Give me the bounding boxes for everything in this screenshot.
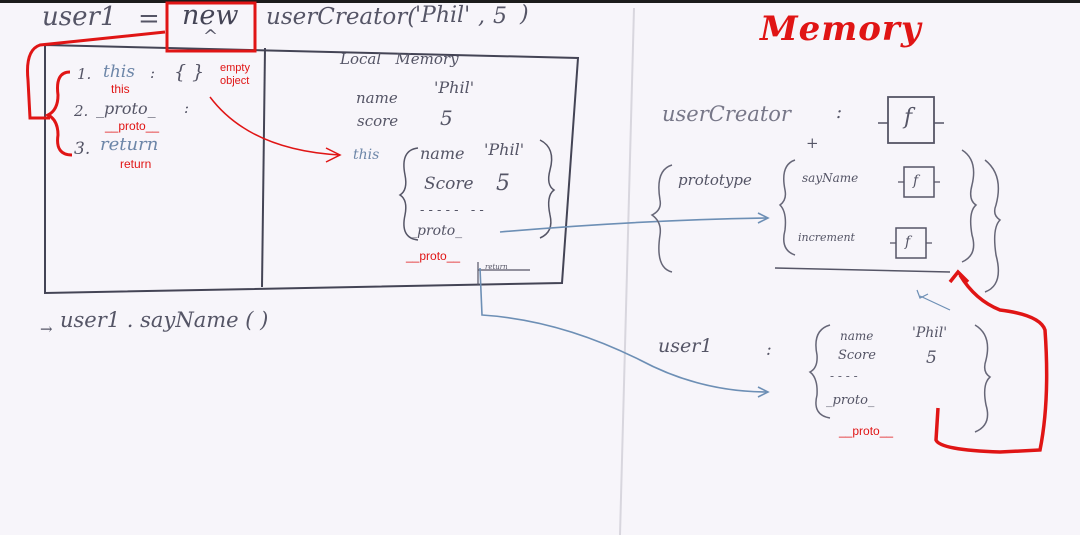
user1-name-value: 'Phil' — [912, 325, 948, 341]
user1-proto-key: _proto_ — [826, 393, 875, 408]
step1-colon: : — [150, 64, 156, 82]
local-this-key: this — [353, 147, 380, 163]
local-obj-name-key: name — [420, 144, 465, 163]
proto-to-prototype-arrow — [499, 217, 769, 233]
memory-plus: + — [806, 134, 819, 152]
top-arg-5: 5 — [493, 4, 507, 29]
new-caret: ^ — [203, 26, 219, 47]
call-arrow-icon: → — [40, 320, 53, 338]
prototype-inner-brace-left — [778, 159, 796, 256]
prototype-outer-brace-right — [984, 159, 1002, 293]
proto-user1-note: __proto__ — [839, 424, 894, 438]
usercreator-f-label: f — [904, 105, 913, 130]
top-arg-phil: 'Phil' — [415, 3, 471, 28]
top-comma: , — [478, 4, 485, 29]
step2-proto: _proto_ — [96, 99, 156, 118]
memory-user1-label: user1 — [658, 335, 713, 357]
return-note: return — [120, 157, 152, 171]
memory-sayname-label: sayName — [802, 171, 859, 185]
local-score-key: score — [357, 112, 399, 130]
step1-number: 1. — [77, 65, 92, 83]
step3-number: 3. — [74, 139, 91, 159]
local-name-key: name — [356, 89, 398, 107]
prototype-underline — [774, 267, 951, 273]
local-obj-score-key: Score — [424, 174, 474, 194]
step2-colon: : — [184, 99, 190, 117]
call-user1-sayname: user1 . sayName ( ) — [60, 308, 269, 332]
proto-step-note: __proto__ — [105, 119, 160, 133]
memory-usercreator-colon: : — [836, 102, 843, 123]
step1-braces: { } — [174, 61, 205, 83]
steps-curly-brace — [44, 70, 73, 157]
user1-name-key: name — [840, 329, 874, 343]
user1-proto-to-prototype-red-arrow — [934, 274, 1049, 454]
local-object-brace-right — [539, 139, 556, 239]
user1-dashes: - - - - — [830, 369, 858, 383]
memory-user1-colon: : — [766, 340, 772, 360]
divider-line — [619, 7, 635, 535]
local-name-value: 'Phil' — [434, 78, 475, 97]
top-new-keyword: new — [182, 0, 239, 31]
step3-return: return — [100, 134, 159, 155]
prototype-brace-left — [650, 164, 673, 273]
step1-this: this — [103, 62, 135, 82]
top-equals: = — [138, 4, 160, 34]
memory-usercreator-label: userCreator — [662, 102, 791, 126]
sayname-f-label: f — [913, 173, 919, 189]
top-usercreator: userCreator( — [266, 4, 417, 30]
user1-score-key: Score — [838, 348, 876, 363]
user1-score-value: 5 — [926, 348, 937, 368]
return-tab-label: return — [485, 263, 508, 271]
board-strokes — [26, 1, 1049, 535]
local-memory-title: Local Memory — [340, 50, 459, 68]
empty-object-note: empty object — [220, 62, 250, 87]
top-user1: user1 — [42, 2, 117, 32]
local-obj-name-value: 'Phil' — [484, 140, 525, 159]
sayname-function-box — [903, 166, 935, 198]
local-obj-proto: _proto_ — [410, 223, 463, 239]
step2-number: 2. — [74, 102, 89, 120]
context-inner-divider — [261, 47, 266, 288]
local-obj-score-value: 5 — [496, 171, 510, 196]
local-obj-dashes: - - - - - - - — [420, 203, 484, 218]
this-note: this — [111, 82, 130, 96]
user1-proto-up-arrow — [919, 295, 951, 311]
prototype-inner-brace-right — [961, 149, 978, 263]
empty-object-to-this-arrow — [209, 96, 341, 156]
user1-brace-right — [974, 324, 992, 433]
local-score-value: 5 — [440, 106, 453, 130]
increment-f-label: f — [905, 234, 911, 250]
memory-prototype-label: prototype — [678, 171, 752, 189]
memory-title: Memory — [760, 9, 922, 49]
increment-function-box — [895, 227, 927, 259]
memory-increment-label: increment — [798, 231, 855, 244]
top-close-paren: ) — [520, 2, 529, 27]
whiteboard: user1 = new ^ userCreator( 'Phil' , 5 ) … — [0, 0, 1080, 535]
proto-local-note: __proto__ — [406, 249, 461, 263]
